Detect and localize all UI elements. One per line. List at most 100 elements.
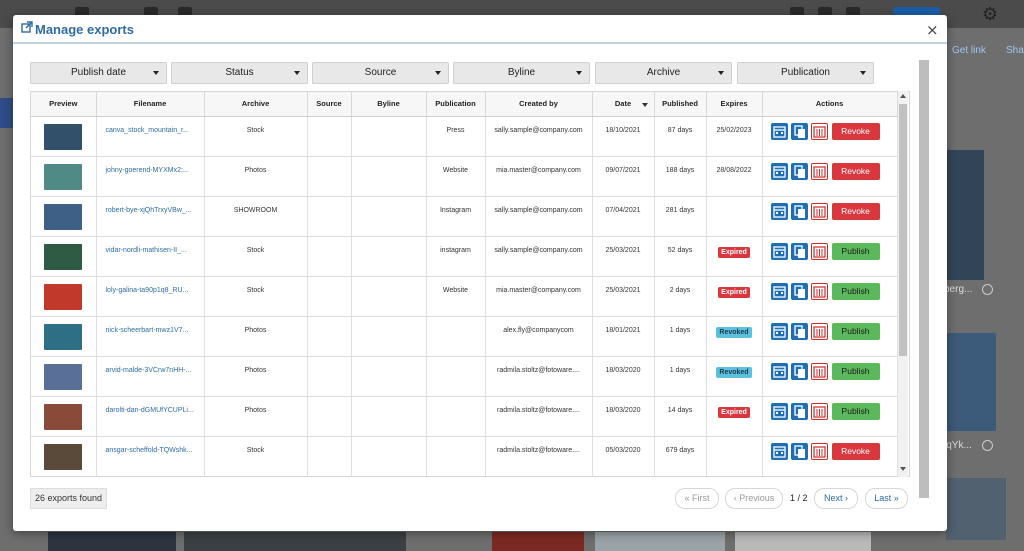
created-by-cell: sally.sample@company.com bbox=[485, 236, 593, 277]
preview-thumbnail[interactable] bbox=[44, 243, 83, 270]
calendar-icon[interactable] bbox=[770, 282, 788, 300]
col-date-label: Date bbox=[614, 99, 632, 109]
expires-cell: Expired bbox=[706, 396, 763, 437]
filter-publication[interactable]: Publication bbox=[737, 62, 874, 84]
next-page-button[interactable]: Next › bbox=[814, 488, 858, 509]
publish-button[interactable]: Publish bbox=[831, 362, 880, 380]
scroll-down-icon[interactable] bbox=[900, 467, 906, 471]
publish-button[interactable]: Publish bbox=[831, 242, 880, 260]
sort-desc-icon[interactable] bbox=[641, 103, 648, 107]
filename-cell[interactable]: canva_stock_mountain_r... bbox=[96, 116, 205, 157]
preview-thumbnail[interactable] bbox=[44, 163, 83, 190]
copy-icon[interactable] bbox=[790, 242, 808, 260]
byline-cell bbox=[351, 356, 427, 397]
copy-icon[interactable] bbox=[790, 442, 808, 460]
published-cell: 14 days bbox=[654, 396, 707, 437]
col-expires: Expires bbox=[706, 92, 763, 117]
actions-cell: Revoke bbox=[762, 156, 898, 197]
table-row: nick-scheerbart-mwz1V7... Photos alex.fly@… bbox=[31, 316, 898, 357]
delete-calendar-icon[interactable] bbox=[810, 202, 828, 220]
filename-cell[interactable]: vidar-nordli-mathisen-II_... bbox=[96, 236, 205, 277]
background-thumbnail bbox=[946, 150, 984, 280]
filename-cell[interactable]: nick-scheerbart-mwz1V7... bbox=[96, 316, 205, 357]
filter-source[interactable]: Source bbox=[312, 62, 449, 84]
preview-cell bbox=[31, 276, 97, 317]
filename-cell[interactable]: ansgar-scheffold-TQWshk... bbox=[96, 436, 205, 476]
copy-icon[interactable] bbox=[790, 282, 808, 300]
publish-button[interactable]: Publish bbox=[831, 402, 880, 420]
source-cell bbox=[307, 396, 352, 437]
calendar-icon[interactable] bbox=[770, 442, 788, 460]
archive-cell: Stock bbox=[204, 436, 308, 476]
col-published: Published bbox=[654, 92, 707, 117]
publish-button[interactable]: Publish bbox=[831, 282, 880, 300]
preview-thumbnail[interactable] bbox=[44, 443, 83, 470]
last-page-button[interactable]: Last » bbox=[865, 488, 908, 509]
revoke-button[interactable]: Revoke bbox=[831, 442, 880, 460]
preview-thumbnail[interactable] bbox=[44, 123, 83, 150]
preview-thumbnail[interactable] bbox=[44, 283, 83, 310]
col-archive: Archive bbox=[204, 92, 308, 117]
publication-cell bbox=[426, 436, 486, 476]
modal-scrollbar[interactable] bbox=[919, 60, 929, 498]
delete-calendar-icon[interactable] bbox=[810, 122, 828, 140]
delete-calendar-icon[interactable] bbox=[810, 242, 828, 260]
preview-thumbnail[interactable] bbox=[44, 363, 83, 390]
actions-cell: Publish bbox=[762, 396, 898, 437]
calendar-icon[interactable] bbox=[770, 322, 788, 340]
calendar-icon[interactable] bbox=[770, 362, 788, 380]
scrollbar-thumb[interactable] bbox=[899, 104, 907, 356]
revoke-button[interactable]: Revoke bbox=[831, 122, 880, 140]
close-icon[interactable]: × bbox=[926, 21, 939, 39]
filter-label: Source bbox=[364, 67, 397, 78]
delete-calendar-icon[interactable] bbox=[810, 362, 828, 380]
previous-page-button[interactable]: ‹ Previous bbox=[725, 488, 783, 509]
filename-cell[interactable]: arvid-malde-3VCrw7nHH-... bbox=[96, 356, 205, 397]
preview-thumbnail[interactable] bbox=[44, 203, 83, 230]
preview-cell bbox=[31, 236, 97, 277]
publication-cell bbox=[426, 316, 486, 357]
calendar-icon[interactable] bbox=[770, 202, 788, 220]
filter-byline[interactable]: Byline bbox=[453, 62, 590, 84]
filter-publish-date[interactable]: Publish date bbox=[30, 62, 167, 84]
filename-cell[interactable]: robert-bye-xjQhTrxyVBw_... bbox=[96, 196, 205, 237]
publish-button[interactable]: Publish bbox=[831, 322, 880, 340]
copy-icon[interactable] bbox=[790, 202, 808, 220]
delete-calendar-icon[interactable] bbox=[810, 402, 828, 420]
calendar-icon[interactable] bbox=[770, 122, 788, 140]
created-by-cell: alex.fly@companycom bbox=[485, 316, 593, 357]
revoke-button[interactable]: Revoke bbox=[831, 162, 880, 180]
first-page-button[interactable]: « First bbox=[675, 488, 719, 509]
delete-calendar-icon[interactable] bbox=[810, 442, 828, 460]
publication-cell bbox=[426, 356, 486, 397]
exports-count: 26 exports found bbox=[30, 488, 107, 509]
filename-cell[interactable]: loly-galina-ta90p1q8_RU... bbox=[96, 276, 205, 317]
delete-calendar-icon[interactable] bbox=[810, 282, 828, 300]
copy-icon[interactable] bbox=[790, 322, 808, 340]
calendar-icon[interactable] bbox=[770, 162, 788, 180]
copy-icon[interactable] bbox=[790, 162, 808, 180]
filter-status[interactable]: Status bbox=[171, 62, 308, 84]
scroll-up-icon[interactable] bbox=[900, 94, 906, 98]
delete-calendar-icon[interactable] bbox=[810, 162, 828, 180]
copy-icon[interactable] bbox=[790, 122, 808, 140]
col-date[interactable]: Date bbox=[592, 92, 655, 117]
date-cell: 25/03/2021 bbox=[592, 276, 655, 317]
copy-icon[interactable] bbox=[790, 402, 808, 420]
date-cell: 07/04/2021 bbox=[592, 196, 655, 237]
table-scrollbar[interactable] bbox=[898, 91, 908, 477]
preview-thumbnail[interactable] bbox=[44, 323, 83, 350]
calendar-icon[interactable] bbox=[770, 402, 788, 420]
preview-thumbnail[interactable] bbox=[44, 403, 83, 430]
calendar-icon[interactable] bbox=[770, 242, 788, 260]
col-filename: Filename bbox=[96, 92, 205, 117]
published-cell: 1 days bbox=[654, 316, 707, 357]
created-by-cell: radmila.stoltz@fotoware.... bbox=[485, 356, 593, 397]
filename-cell[interactable]: johny-goerend-MYXMx2:... bbox=[96, 156, 205, 197]
revoke-button[interactable]: Revoke bbox=[831, 202, 880, 220]
filename-cell[interactable]: darolti-dan-dGMUfYCUPLi... bbox=[96, 396, 205, 437]
copy-icon[interactable] bbox=[790, 362, 808, 380]
delete-calendar-icon[interactable] bbox=[810, 322, 828, 340]
filter-archive[interactable]: Archive bbox=[595, 62, 732, 84]
check-icon bbox=[982, 284, 993, 295]
